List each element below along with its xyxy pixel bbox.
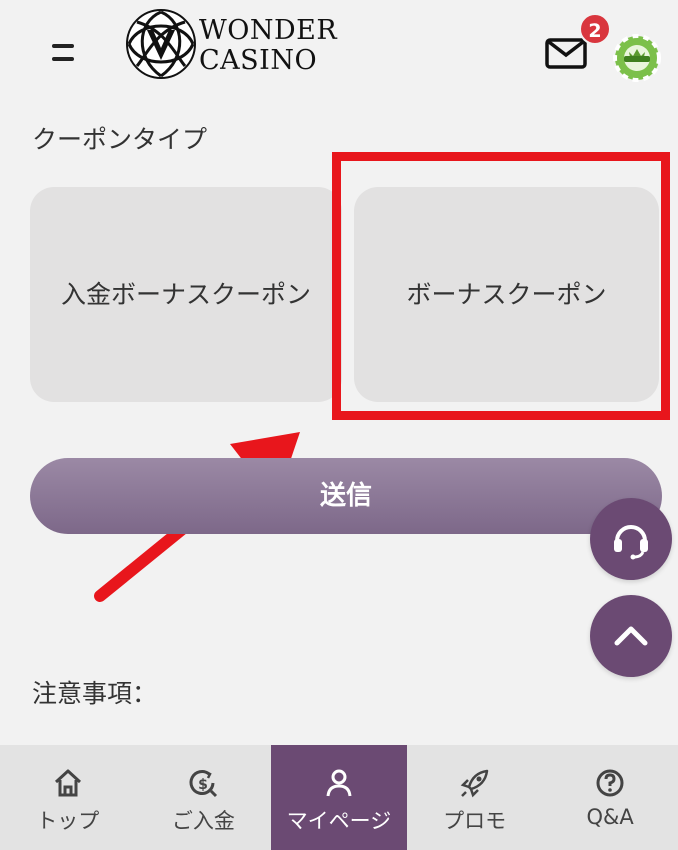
nav-label: プロモ xyxy=(443,809,507,833)
logo-text: WONDER CASINO xyxy=(199,15,338,76)
home-icon xyxy=(54,769,81,797)
mail-badge: 2 xyxy=(579,13,611,45)
nav-label: ご入金 xyxy=(171,809,235,833)
logo-spiral-icon xyxy=(126,9,196,79)
mail-icon[interactable] xyxy=(545,36,587,70)
headset-icon xyxy=(614,525,648,560)
rank-chip-icon[interactable] xyxy=(612,32,662,82)
question-icon xyxy=(596,769,624,797)
coupon-option-label: 入金ボーナスクーポン xyxy=(60,279,311,309)
app-header: WONDER CASINO 2 xyxy=(0,0,678,105)
nav-label: トップ xyxy=(36,809,100,833)
coupon-type-label: クーポンタイプ xyxy=(32,125,208,154)
nav-label: Q&A xyxy=(586,805,634,829)
nav-item-promo[interactable]: プロモ xyxy=(407,745,543,850)
highlight-annotation-box xyxy=(332,152,670,420)
site-logo[interactable]: WONDER CASINO xyxy=(125,8,355,79)
bottom-navigation: トップ $ ご入金 マイページ プロモ Q&A xyxy=(0,745,678,850)
deposit-icon: $ xyxy=(189,770,218,798)
nav-label: マイページ xyxy=(286,809,392,833)
notes-heading: 注意事項： xyxy=(32,679,158,708)
menu-icon[interactable] xyxy=(50,40,78,68)
support-chat-button[interactable] xyxy=(590,498,672,580)
nav-item-top[interactable]: トップ xyxy=(0,745,136,850)
nav-item-mypage[interactable]: マイページ xyxy=(271,745,407,850)
coupon-option-deposit-bonus[interactable]: 入金ボーナスクーポン xyxy=(30,187,342,402)
svg-text:$: $ xyxy=(199,777,209,793)
nav-item-qa[interactable]: Q&A xyxy=(542,745,678,850)
chevron-up-icon xyxy=(614,626,648,646)
submit-button[interactable]: 送信 xyxy=(30,458,662,534)
scroll-to-top-button[interactable] xyxy=(590,595,672,677)
nav-item-deposit[interactable]: $ ご入金 xyxy=(136,745,272,850)
user-icon xyxy=(326,769,352,797)
rocket-icon xyxy=(460,769,488,798)
